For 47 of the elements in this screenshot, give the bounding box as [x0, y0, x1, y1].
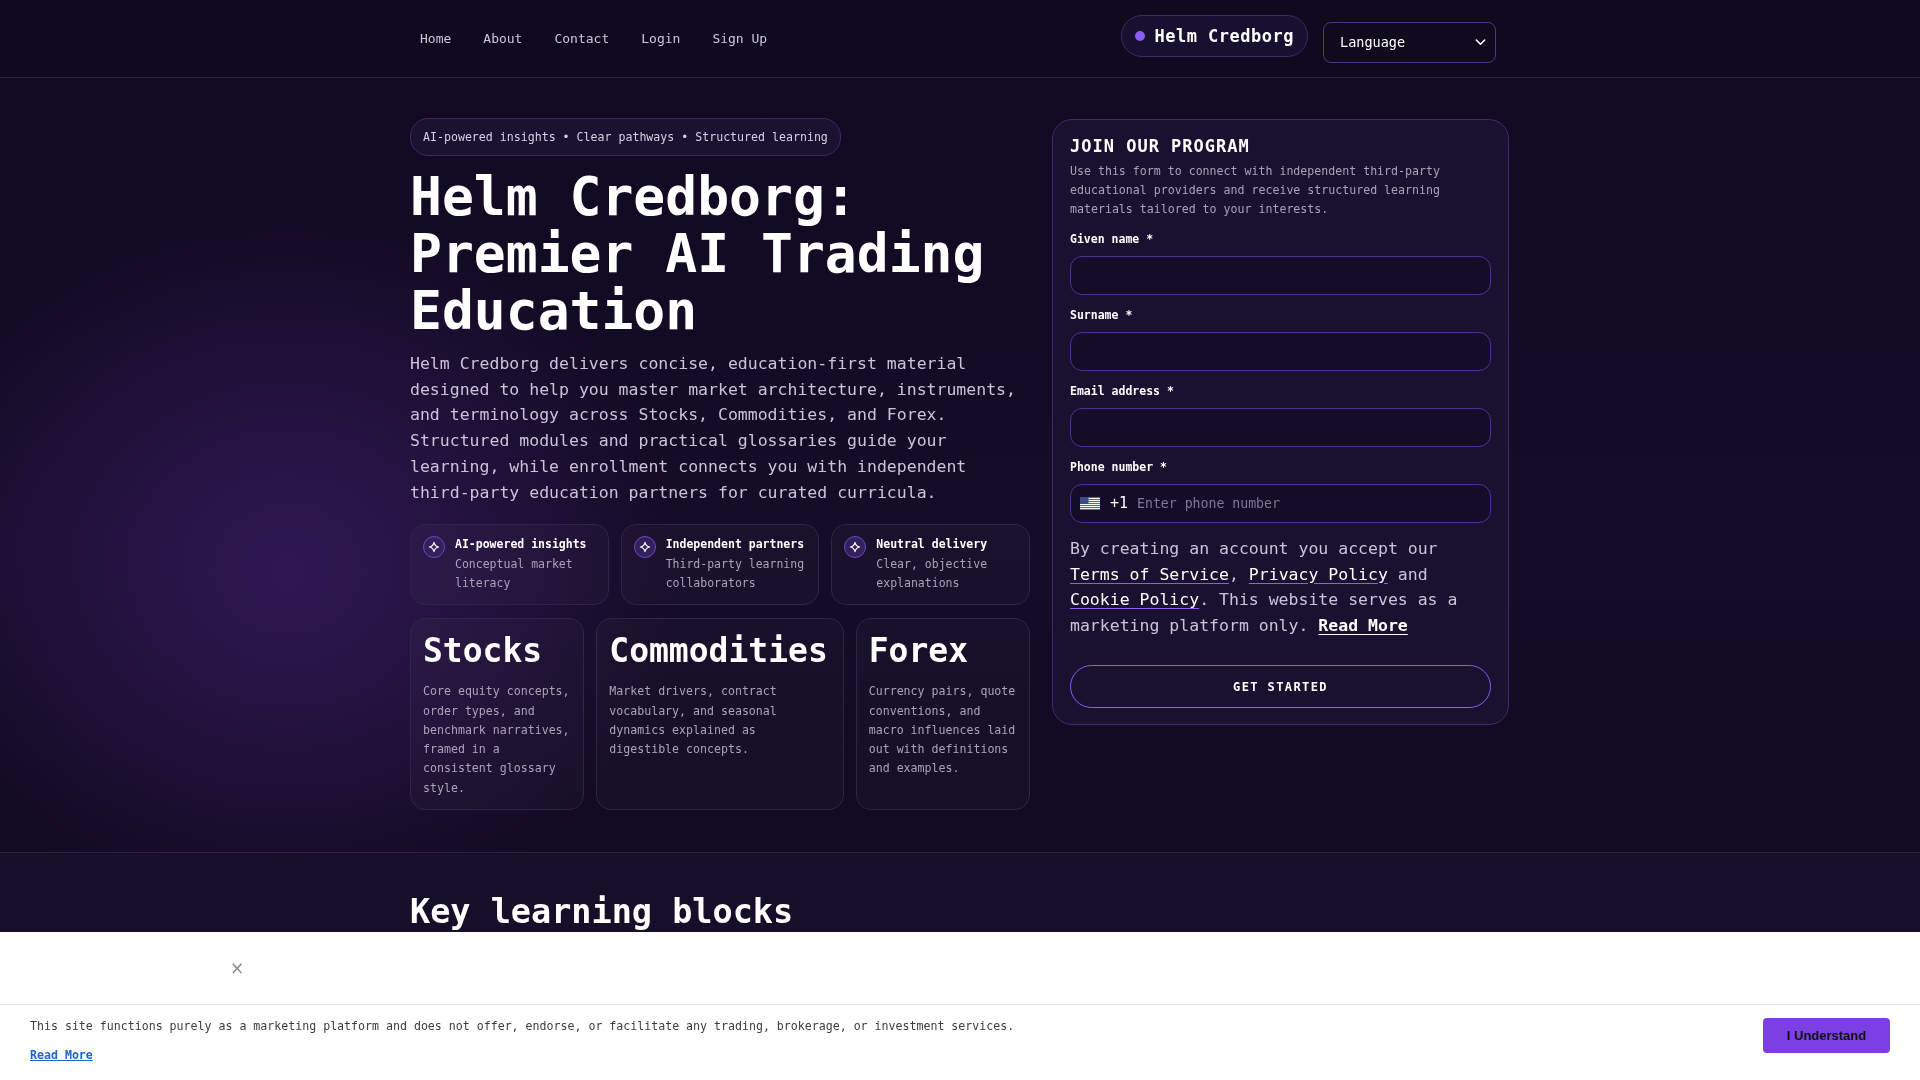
feature-title: AI-powered insights	[455, 536, 588, 554]
consent-text: By creating an account you accept our Terms of Service, Privacy Policy and Cookie Policy. This website serves as a marketing platform only. Read More	[1070, 538, 1459, 637]
feature-title: Independent partners	[665, 536, 806, 554]
nav-link[interactable]: Sign Up	[702, 25, 778, 52]
policy-link[interactable]: Terms of Service	[1070, 564, 1229, 584]
sparkle-icon	[633, 536, 656, 559]
form-description: Use this form to connect with independent third-party educational providers and receive structured learning materials tailored to your interests.	[1070, 163, 1441, 218]
language-select[interactable]: Language	[1323, 21, 1496, 63]
field-label: Given name *	[1070, 231, 1155, 247]
nav-link[interactable]: About	[473, 25, 533, 52]
nav-link[interactable]: Contact	[544, 25, 620, 52]
text-input-field[interactable]	[1070, 332, 1491, 371]
category-title: Stocks	[423, 631, 544, 672]
us-flag-icon	[1080, 497, 1100, 510]
policy-link[interactable]: Cookie Policy	[1070, 590, 1200, 609]
category-title: Commodities	[609, 631, 829, 672]
sparkle-icon	[423, 536, 445, 559]
nav-link[interactable]: Home	[410, 25, 462, 52]
text-input-field[interactable]	[1070, 408, 1491, 447]
category-text: Market drivers, contract vocabulary, and seasonal dynamics explained as digestible concepts.	[609, 683, 778, 759]
cookie-notice-text: This site functions purely as a marketing platform and does not offer, endorse, or facilitate any trading, brokerage, or investment services.	[30, 1018, 1015, 1034]
category-title: Forex	[868, 631, 970, 672]
feature-text: Conceptual market literacy	[455, 556, 574, 593]
section-heading: Key learning blocks	[410, 892, 795, 932]
field-label: Email address *	[1070, 383, 1175, 399]
hero-title: Helm Credborg: Premier AI Trading Education	[410, 168, 986, 339]
read-more-link[interactable]: Read More	[30, 1047, 93, 1063]
policy-link[interactable]: Privacy Policy	[1248, 564, 1388, 584]
brand-name: Helm Credborg	[1154, 26, 1294, 46]
feature-title: Neutral delivery	[876, 536, 989, 554]
field-label: Surname *	[1070, 307, 1134, 323]
hero-description: Helm Credborg delivers concise, education-first material designed to help you master market architecture, instruments, and terminology across Stocks, Commodities, and Forex. Structured modules and practical glossaries guide your learning, while enrollment connects you with independent third-party education partners for curated curricula.	[410, 353, 1017, 504]
field-label: Phone number *	[1070, 459, 1168, 475]
feature-text: Clear, objective explanations	[876, 556, 989, 593]
country-code: +1	[1110, 494, 1129, 513]
chevron-down-icon	[1475, 38, 1486, 46]
read-more-link[interactable]: Read More	[1318, 615, 1408, 635]
sparkle-icon	[844, 536, 867, 559]
dot-icon	[1135, 31, 1146, 41]
close-button[interactable]: ×	[228, 958, 247, 978]
form-title: JOIN OUR PROGRAM	[1070, 135, 1251, 157]
category-text: Currency pairs, quote conventions, and macro influences laid out with definitions and examples.	[868, 683, 1017, 778]
nav-link[interactable]: Login	[631, 25, 691, 52]
text-input-field[interactable]	[1070, 256, 1491, 295]
category-text: Core equity concepts, order types, and benchmark narratives, framed in a consistent glossary style.	[423, 683, 571, 797]
feature-text: Third-party learning collaborators	[665, 556, 806, 593]
hero-tagline: AI-powered insights • Clear pathways • Structured learning	[410, 118, 841, 156]
